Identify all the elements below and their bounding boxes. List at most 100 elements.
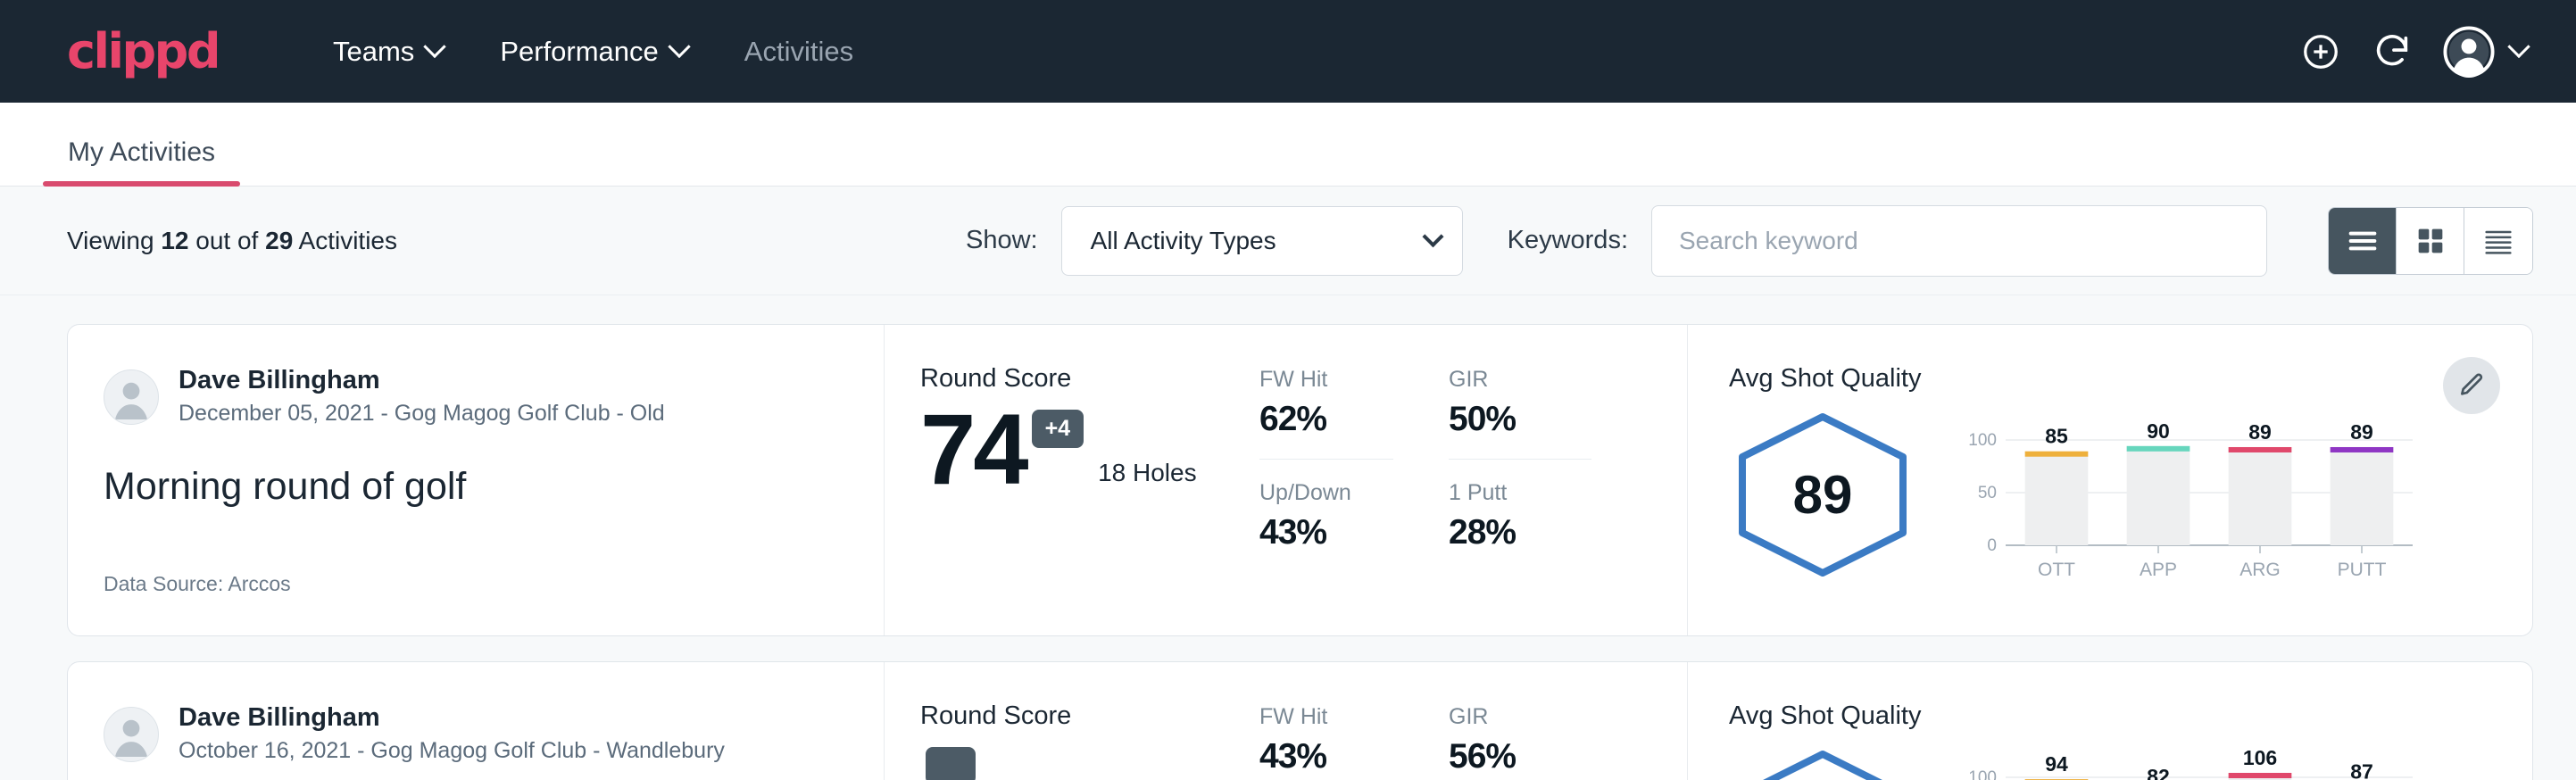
svg-text:PUTT: PUTT [2338, 560, 2387, 580]
activity-type-select[interactable]: All Activity Types [1061, 206, 1463, 276]
tab-my-activities[interactable]: My Activities [43, 137, 240, 186]
stat-gir: GIR 50% [1449, 364, 1591, 439]
quality-hexagon [1729, 745, 1916, 780]
nav-right-actions [2300, 26, 2527, 78]
quality-hexagon: 89 [1729, 408, 1916, 582]
edit-activity-button[interactable] [2443, 357, 2500, 414]
activity-card[interactable]: Dave Billingham October 16, 2021 - Gog M… [67, 661, 2533, 780]
avatar-icon [2443, 26, 2495, 78]
activity-title: Morning round of golf [104, 465, 884, 509]
svg-text:APP: APP [2140, 560, 2177, 580]
activity-card[interactable]: Dave Billingham December 05, 2021 - Gog … [67, 324, 2533, 636]
svg-text:OTT: OTT [2038, 560, 2075, 580]
keywords-label: Keywords: [1508, 226, 1628, 255]
chevron-down-icon [2507, 35, 2530, 57]
stat-label: Up/Down [1259, 479, 1393, 506]
view-mode-list-button[interactable] [2329, 208, 2397, 274]
top-navigation-bar: clippd Teams Performance Activities [0, 0, 2576, 103]
stat-value: 62% [1259, 400, 1393, 439]
svg-text:100: 100 [1968, 768, 1997, 780]
add-button[interactable] [2300, 31, 2341, 72]
nav-item-activities-label: Activities [744, 36, 853, 68]
avatar-placeholder-icon [104, 707, 158, 762]
list-view-icon [2345, 223, 2381, 259]
pencil-icon [2457, 371, 2486, 400]
over-par-badge: +4 [1032, 410, 1084, 448]
quality-score-value [1729, 745, 1916, 780]
stat-value: 43% [1259, 513, 1393, 552]
stat-gir: GIR 56% [1449, 701, 1591, 776]
shot-quality-bar-chart: 05010094OTT82APP106ARG87PUTT [1954, 743, 2418, 780]
refresh-button[interactable] [2372, 31, 2413, 72]
activity-type-select-value: All Activity Types [1091, 227, 1425, 255]
grid-view-icon [2413, 223, 2448, 259]
viewing-middle: out of [195, 227, 258, 254]
round-score-label: Round Score [920, 364, 1251, 394]
svg-text:ARG: ARG [2239, 560, 2281, 580]
stat-label: FW Hit [1259, 703, 1393, 730]
activity-score-column: Round Score FW Hit 43% GIR 56% [885, 662, 1688, 780]
svg-text:85: 85 [2045, 425, 2068, 448]
stat-label: GIR [1449, 366, 1591, 393]
avatar [104, 369, 159, 425]
stat-label: FW Hit [1259, 366, 1393, 393]
stat-fw-hit: FW Hit 43% [1259, 701, 1393, 776]
plus-circle-icon [2300, 31, 2341, 72]
compact-view-icon [2480, 223, 2516, 259]
stat-value: 56% [1449, 737, 1591, 776]
svg-text:94: 94 [2045, 752, 2068, 776]
svg-text:82: 82 [2147, 765, 2170, 780]
view-mode-compact-button[interactable] [2464, 208, 2532, 274]
author-name: Dave Billingham [179, 364, 665, 396]
activity-stats-grid: FW Hit 62% GIR 50% Up/Down 43% 1 Putt 28… [1259, 364, 1591, 635]
nav-item-performance[interactable]: Performance [471, 36, 715, 68]
activity-meta: October 16, 2021 - Gog Magog Golf Club -… [179, 736, 725, 767]
stat-up-down: Up/Down 43% [1259, 459, 1393, 552]
activity-profile-column: Dave Billingham October 16, 2021 - Gog M… [68, 662, 885, 780]
svg-text:90: 90 [2147, 419, 2170, 443]
avatar [104, 707, 159, 762]
svg-text:0: 0 [1987, 536, 1997, 555]
viewing-count: 12 [161, 227, 188, 254]
activity-score-column: Round Score 74 +4 18 Holes FW Hit 62% GI… [885, 325, 1688, 635]
activity-quality-column: Avg Shot Quality 05010094OTT82APP106ARG8… [1688, 662, 2532, 780]
keyword-search-box[interactable] [1651, 205, 2267, 277]
viewing-total: 29 [265, 227, 293, 254]
author-name: Dave Billingham [179, 701, 725, 734]
search-input[interactable] [1679, 227, 2239, 255]
stat-fw-hit: FW Hit 62% [1259, 364, 1393, 439]
stat-label: 1 Putt [1449, 479, 1591, 506]
svg-text:100: 100 [1968, 431, 1997, 450]
clippd-logo[interactable]: clippd [67, 28, 219, 76]
svg-text:106: 106 [2243, 746, 2277, 769]
quality-score-value: 89 [1729, 408, 1916, 582]
stat-value: 43% [1259, 737, 1393, 776]
activity-data-source: Data Source: Arccos [104, 572, 291, 596]
nav-item-activities[interactable]: Activities [716, 36, 882, 68]
avg-shot-quality-label: Avg Shot Quality [1729, 364, 2532, 394]
viewing-suffix: Activities [299, 227, 397, 254]
activity-author: Dave Billingham October 16, 2021 - Gog M… [104, 701, 884, 767]
activity-meta: December 05, 2021 - Gog Magog Golf Club … [179, 399, 665, 429]
nav-item-teams-label: Teams [333, 36, 414, 68]
activity-profile-column: Dave Billingham December 05, 2021 - Gog … [68, 325, 885, 635]
svg-text:50: 50 [1978, 484, 1997, 502]
tab-my-activities-label: My Activities [68, 137, 215, 167]
activity-quality-column: Avg Shot Quality 89 0 50 100 85 OTT 90 APP 89 AR… [1688, 325, 2532, 635]
view-mode-grid-button[interactable] [2397, 208, 2464, 274]
chevron-down-icon [1422, 226, 1443, 247]
filter-toolbar: Viewing 12 out of 29 Activities Show: Al… [0, 187, 2576, 295]
viewing-count-text: Viewing 12 out of 29 Activities [67, 227, 397, 255]
account-menu-button[interactable] [2443, 26, 2527, 78]
nav-item-performance-label: Performance [500, 36, 658, 68]
shot-quality-bar-chart: 05010085OTT90APP89ARG89PUTT [1954, 406, 2418, 589]
avg-shot-quality-label: Avg Shot Quality [1729, 701, 2532, 731]
activity-author: Dave Billingham December 05, 2021 - Gog … [104, 364, 884, 429]
show-label: Show: [966, 226, 1038, 255]
avatar-placeholder-icon [104, 369, 158, 425]
activity-stats-grid: FW Hit 43% GIR 56% [1259, 701, 1591, 780]
tab-bar: My Activities [0, 103, 2576, 187]
round-score-value: 74 [920, 406, 1026, 494]
svg-text:89: 89 [2248, 420, 2272, 444]
nav-item-teams[interactable]: Teams [304, 36, 471, 68]
